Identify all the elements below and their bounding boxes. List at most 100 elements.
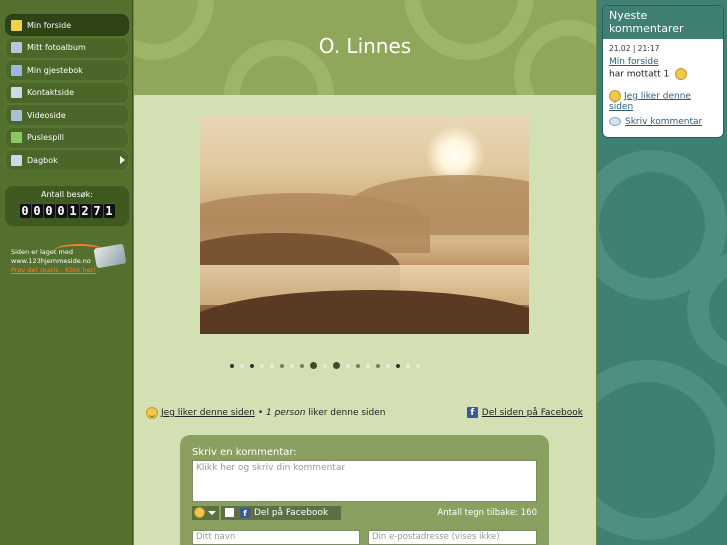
made-with-notice: Siden er laget med www.123hjemmeside.no … xyxy=(11,248,129,275)
slideshow-dot[interactable] xyxy=(356,363,360,368)
comment-toolbar: f Del på Facebook Antall tegn tilbake: 1… xyxy=(192,505,537,520)
write-comment-entry: Skriv kommentar xyxy=(609,117,717,128)
chars-remaining: Antall tegn tilbake: 160 xyxy=(437,507,537,518)
emoji-picker-button[interactable] xyxy=(192,505,219,520)
write-comment-link[interactable]: Skriv kommentar xyxy=(625,117,702,127)
share-on-facebook-toggle[interactable]: f Del på Facebook xyxy=(221,505,341,520)
smiley-icon xyxy=(146,407,158,419)
comment-form: Skriv en kommentar: Klikk her og skriv d… xyxy=(180,435,549,545)
guestbook-icon xyxy=(11,64,22,76)
sidebar-item-puslespill[interactable]: Puslespill xyxy=(5,126,129,149)
like-separator: • xyxy=(254,408,266,418)
counter-digit: 1 xyxy=(103,203,115,218)
slideshow-dot[interactable] xyxy=(260,363,264,368)
sidebar-item-label: Min forside xyxy=(27,20,72,30)
slideshow-dot[interactable] xyxy=(386,363,390,368)
counter-digit: 1 xyxy=(67,203,79,218)
sidebar-item-fotoalbum[interactable]: Mitt fotoalbum xyxy=(5,36,129,59)
comment-timestamp: 21.02 | 21:17 xyxy=(609,44,660,53)
main-menu: Min forside Mitt fotoalbum Min gjestebok… xyxy=(5,14,129,172)
smiley-icon xyxy=(675,68,688,80)
slideshow-dot[interactable] xyxy=(406,363,410,368)
submenu-arrow-icon xyxy=(120,156,125,164)
sidebar-item-videoside[interactable]: Videoside xyxy=(5,104,129,126)
right-sidebar: Nyeste kommentarer 21.02 | 21:17 Min for… xyxy=(597,0,727,545)
main-content: O. Linnes Jeg liker denne siden • 1 pers… xyxy=(134,0,596,545)
page-title: O. Linnes xyxy=(318,34,412,58)
visit-counter-label: Antall besøk: xyxy=(41,190,93,199)
comment-form-title: Skriv en kommentar: xyxy=(192,447,297,458)
slideshow-dot[interactable] xyxy=(333,362,340,369)
contact-icon xyxy=(11,87,22,98)
visit-counter-digits: 0 0 0 0 1 2 7 1 xyxy=(5,203,129,218)
comment-inputs: Ditt navn Din e-postadresse (vises ikke) xyxy=(192,530,537,545)
received-text: har mottatt 1 xyxy=(609,69,670,80)
smiley-icon xyxy=(609,89,621,102)
page-header: O. Linnes xyxy=(134,0,596,95)
sidebar-item-kontaktside[interactable]: Kontaktside xyxy=(5,81,129,104)
facebook-icon: f xyxy=(466,407,478,418)
slideshow-dot[interactable] xyxy=(300,363,304,368)
sidebar-item-label: Videoside xyxy=(27,110,66,120)
facebook-share[interactable]: f Del siden på Facebook xyxy=(466,407,583,418)
sidebar-item-gjestebok[interactable]: Min gjestebok xyxy=(5,59,129,81)
latest-comments-body: 21.02 | 21:17 Min forside har mottatt 1 … xyxy=(603,39,723,133)
slideshow-dot[interactable] xyxy=(240,363,244,368)
visit-counter: Antall besøk: 0 0 0 0 1 2 7 1 xyxy=(5,186,129,226)
slideshow-dot[interactable] xyxy=(346,363,350,368)
slideshow-dot[interactable] xyxy=(323,363,327,368)
latest-comments-title: Nyeste kommentarer xyxy=(603,6,723,39)
sidebar-item-min-forside[interactable]: Min forside xyxy=(5,14,129,36)
slideshow-dot[interactable] xyxy=(230,363,234,368)
counter-digit: 0 xyxy=(19,203,31,218)
counter-digit: 0 xyxy=(43,203,55,218)
slideshow-dot[interactable] xyxy=(280,363,284,368)
made-with-line2: www.123hjemmeside.no xyxy=(11,257,91,265)
sidebar-item-label: Puslespill xyxy=(27,133,64,142)
email-field[interactable]: Din e-postadresse (vises ikke) xyxy=(368,530,537,545)
counter-digit: 2 xyxy=(79,203,91,218)
like-page-link[interactable]: Jeg liker denne siden xyxy=(609,91,691,112)
sidebar-item-label: Min gjestebok xyxy=(27,65,83,75)
left-sidebar: Min forside Mitt fotoalbum Min gjestebok… xyxy=(0,0,133,545)
facebook-share-link[interactable]: Del siden på Facebook xyxy=(482,408,583,418)
name-field[interactable]: Ditt navn xyxy=(192,530,360,545)
home-icon xyxy=(11,19,22,31)
slideshow-dot[interactable] xyxy=(290,363,294,368)
comment-textarea[interactable]: Klikk her og skriv din kommentar xyxy=(192,460,537,502)
like-count: 1 person xyxy=(266,408,306,418)
chevron-down-icon xyxy=(208,510,216,515)
facebook-icon: f xyxy=(240,507,250,518)
sidebar-item-dagbok[interactable]: Dagbok xyxy=(5,149,129,171)
hill-graphic xyxy=(350,175,529,235)
latest-comments-panel: Nyeste kommentarer 21.02 | 21:17 Min for… xyxy=(602,5,724,138)
ring-decoration xyxy=(597,360,727,540)
sidebar-item-label: Dagbok xyxy=(27,155,58,165)
like-page-link[interactable]: Jeg liker denne siden xyxy=(161,408,255,418)
puzzle-icon xyxy=(11,132,22,143)
like-entry: Jeg liker denne siden xyxy=(609,89,717,114)
like-bar: Jeg liker denne siden • 1 person liker d… xyxy=(146,407,386,419)
smiley-icon xyxy=(194,507,205,518)
latest-comment-entry: Min forside har mottatt 1 xyxy=(609,57,717,81)
video-icon xyxy=(11,109,22,121)
like-suffix: liker denne siden xyxy=(305,408,386,418)
slideshow-dot[interactable] xyxy=(310,362,317,369)
slideshow-dot[interactable] xyxy=(396,363,400,368)
share-on-facebook-label: Del på Facebook xyxy=(254,507,329,518)
slideshow-dot[interactable] xyxy=(270,363,274,368)
page-link[interactable]: Min forside xyxy=(609,57,659,67)
counter-digit: 0 xyxy=(31,203,43,218)
slideshow-dots xyxy=(230,362,420,369)
try-free-link[interactable]: Prøv det gratis - Klikk her! xyxy=(11,266,129,275)
sidebar-item-label: Kontaktside xyxy=(27,88,75,97)
slideshow-dot[interactable] xyxy=(416,363,420,368)
slideshow-image[interactable] xyxy=(200,115,529,334)
slideshow-dot[interactable] xyxy=(366,363,370,368)
diary-icon xyxy=(11,154,22,166)
counter-digit: 7 xyxy=(91,203,103,218)
facebook-checkbox[interactable] xyxy=(225,508,234,517)
slideshow-dot[interactable] xyxy=(376,363,380,368)
slideshow-dot[interactable] xyxy=(250,363,254,368)
speech-bubble-icon xyxy=(609,117,621,126)
